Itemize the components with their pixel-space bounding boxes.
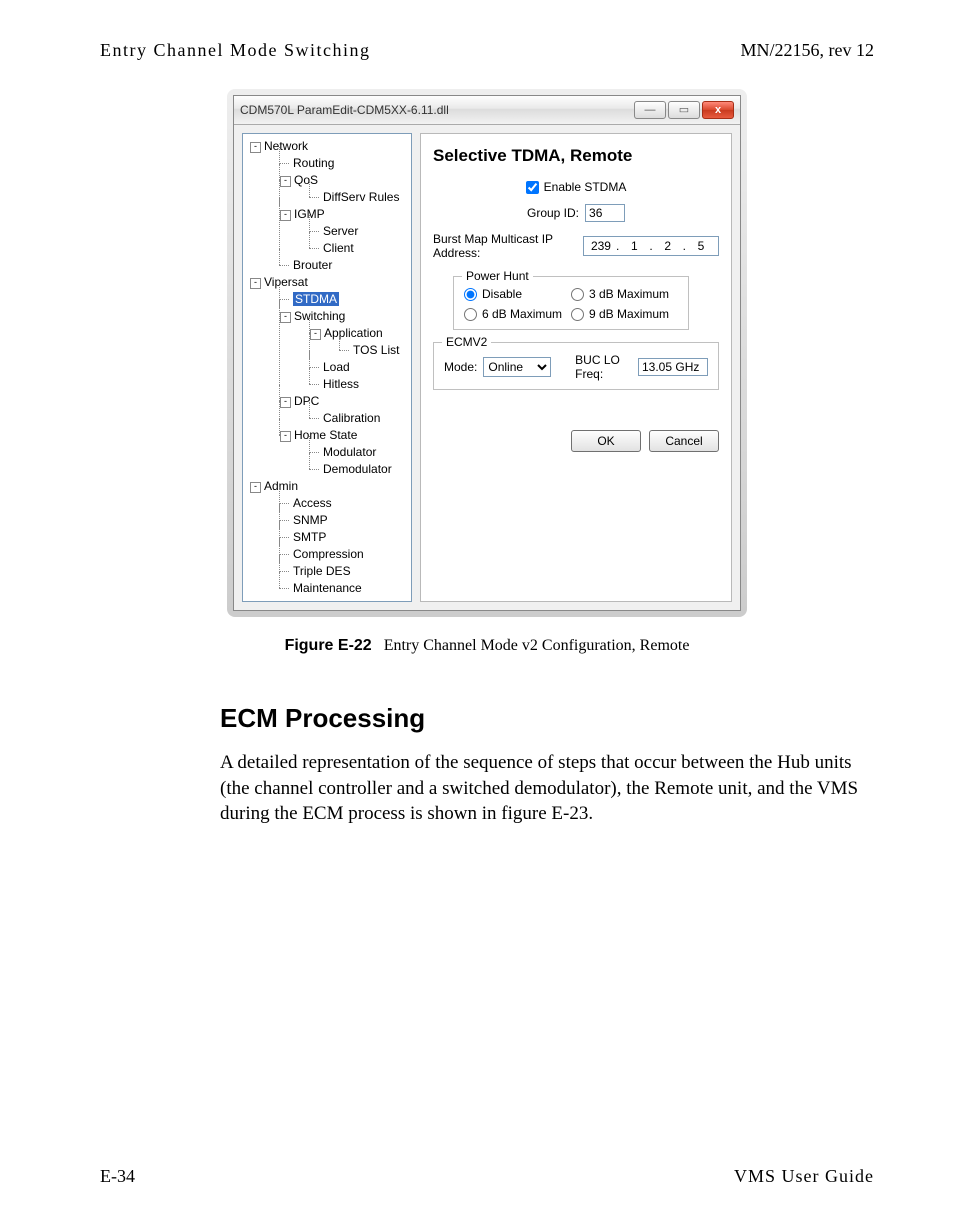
tree-demodulator[interactable]: Demodulator: [323, 462, 392, 476]
figure-label: Figure E-22: [285, 637, 372, 654]
page-footer: E-34 VMS User Guide: [100, 1126, 874, 1187]
enable-stdma-label: Enable STDMA: [544, 180, 627, 194]
tree-routing[interactable]: Routing: [293, 156, 334, 170]
tree-application[interactable]: Application: [324, 326, 383, 340]
tree-tdes[interactable]: Triple DES: [293, 564, 351, 578]
collapse-icon[interactable]: -: [280, 397, 291, 408]
tree-admin[interactable]: Admin: [264, 479, 298, 493]
tree-load[interactable]: Load: [323, 360, 350, 374]
tree-home-state[interactable]: Home State: [294, 428, 357, 442]
buc-freq-label: BUC LO Freq:: [575, 353, 632, 381]
group-id-input[interactable]: [585, 204, 625, 222]
collapse-icon[interactable]: -: [250, 278, 261, 289]
collapse-icon[interactable]: -: [250, 142, 261, 153]
collapse-icon[interactable]: -: [250, 482, 261, 493]
tree-tos[interactable]: TOS List: [353, 343, 399, 357]
tree-modulator[interactable]: Modulator: [323, 445, 376, 459]
pane-heading: Selective TDMA, Remote: [433, 146, 719, 166]
tree-access[interactable]: Access: [293, 496, 332, 510]
collapse-icon[interactable]: -: [280, 312, 291, 323]
power-hunt-6db-radio[interactable]: [464, 308, 477, 321]
power-hunt-disable-label: Disable: [482, 287, 522, 301]
content-pane: Selective TDMA, Remote Enable STDMA Grou…: [420, 133, 732, 602]
tree-server[interactable]: Server: [323, 224, 358, 238]
ecm-mode-select[interactable]: Online: [483, 357, 551, 377]
ip-octet-2[interactable]: [621, 239, 647, 253]
power-hunt-disable-radio[interactable]: [464, 288, 477, 301]
ok-button[interactable]: OK: [571, 430, 641, 452]
tree-stdma[interactable]: STDMA: [293, 292, 339, 306]
tree-network[interactable]: Network: [264, 139, 308, 153]
power-hunt-3db-label: 3 dB Maximum: [589, 287, 669, 301]
nav-tree[interactable]: -Network Routing -QoS DiffServ Rules -IG…: [242, 133, 412, 602]
maximize-button[interactable]: ▭: [668, 101, 700, 119]
titlebar[interactable]: CDM570L ParamEdit-CDM5XX-6.11.dll — ▭ x: [234, 96, 740, 125]
header-left: Entry Channel Mode Switching: [100, 40, 370, 61]
cancel-button[interactable]: Cancel: [649, 430, 719, 452]
group-id-label: Group ID:: [527, 206, 579, 220]
ip-octet-1[interactable]: [588, 239, 614, 253]
power-hunt-9db-radio[interactable]: [571, 308, 584, 321]
collapse-icon[interactable]: -: [310, 329, 321, 340]
tree-diffserv[interactable]: DiffServ Rules: [323, 190, 399, 204]
tree-smtp[interactable]: SMTP: [293, 530, 326, 544]
tree-maintenance[interactable]: Maintenance: [293, 581, 362, 595]
tree-vipersat[interactable]: Vipersat: [264, 275, 308, 289]
tree-brouter[interactable]: Brouter: [293, 258, 332, 272]
power-hunt-3db-radio[interactable]: [571, 288, 584, 301]
section-body: A detailed representation of the sequenc…: [220, 750, 874, 827]
collapse-icon[interactable]: -: [280, 431, 291, 442]
figure-wrapper: CDM570L ParamEdit-CDM5XX-6.11.dll — ▭ x …: [100, 89, 874, 617]
header-right: MN/22156, rev 12: [741, 40, 875, 61]
power-hunt-9db-label: 9 dB Maximum: [589, 307, 669, 321]
tree-hitless[interactable]: Hitless: [323, 377, 359, 391]
tree-qos[interactable]: QoS: [294, 173, 318, 187]
section-heading: ECM Processing: [220, 703, 874, 734]
ecmv2-group: ECMV2 Mode: Online BUC LO Freq:: [433, 342, 719, 390]
power-hunt-title: Power Hunt: [462, 269, 533, 283]
ecmv2-title: ECMV2: [442, 335, 491, 349]
ip-octet-4[interactable]: [688, 239, 714, 253]
tree-calibration[interactable]: Calibration: [323, 411, 380, 425]
collapse-icon[interactable]: -: [280, 210, 291, 221]
tree-client[interactable]: Client: [323, 241, 354, 255]
ip-octet-3[interactable]: [655, 239, 681, 253]
footer-right: VMS User Guide: [734, 1166, 874, 1187]
page-header: Entry Channel Mode Switching MN/22156, r…: [100, 40, 874, 61]
figure-text: Entry Channel Mode v2 Configuration, Rem…: [384, 637, 690, 654]
tree-dpc[interactable]: DPC: [294, 394, 319, 408]
burst-ip-label: Burst Map Multicast IP Address:: [433, 232, 577, 260]
burst-ip-input[interactable]: . . .: [583, 236, 719, 256]
tree-compression[interactable]: Compression: [293, 547, 364, 561]
footer-left: E-34: [100, 1166, 135, 1187]
collapse-icon[interactable]: -: [280, 176, 291, 187]
figure-caption: Figure E-22 Entry Channel Mode v2 Config…: [100, 637, 874, 655]
dialog-shell: CDM570L ParamEdit-CDM5XX-6.11.dll — ▭ x …: [227, 89, 747, 617]
ecm-mode-label: Mode:: [444, 360, 477, 374]
close-button[interactable]: x: [702, 101, 734, 119]
buc-freq-input[interactable]: [638, 358, 708, 376]
tree-snmp[interactable]: SNMP: [293, 513, 328, 527]
power-hunt-6db-label: 6 dB Maximum: [482, 307, 562, 321]
tree-switching[interactable]: Switching: [294, 309, 345, 323]
window-title: CDM570L ParamEdit-CDM5XX-6.11.dll: [240, 103, 632, 117]
minimize-button[interactable]: —: [634, 101, 666, 119]
power-hunt-group: Power Hunt Disable 3 dB Maximum: [453, 276, 689, 330]
dialog-body: -Network Routing -QoS DiffServ Rules -IG…: [234, 125, 740, 610]
enable-stdma-checkbox[interactable]: [526, 181, 539, 194]
dialog-window: CDM570L ParamEdit-CDM5XX-6.11.dll — ▭ x …: [233, 95, 741, 611]
